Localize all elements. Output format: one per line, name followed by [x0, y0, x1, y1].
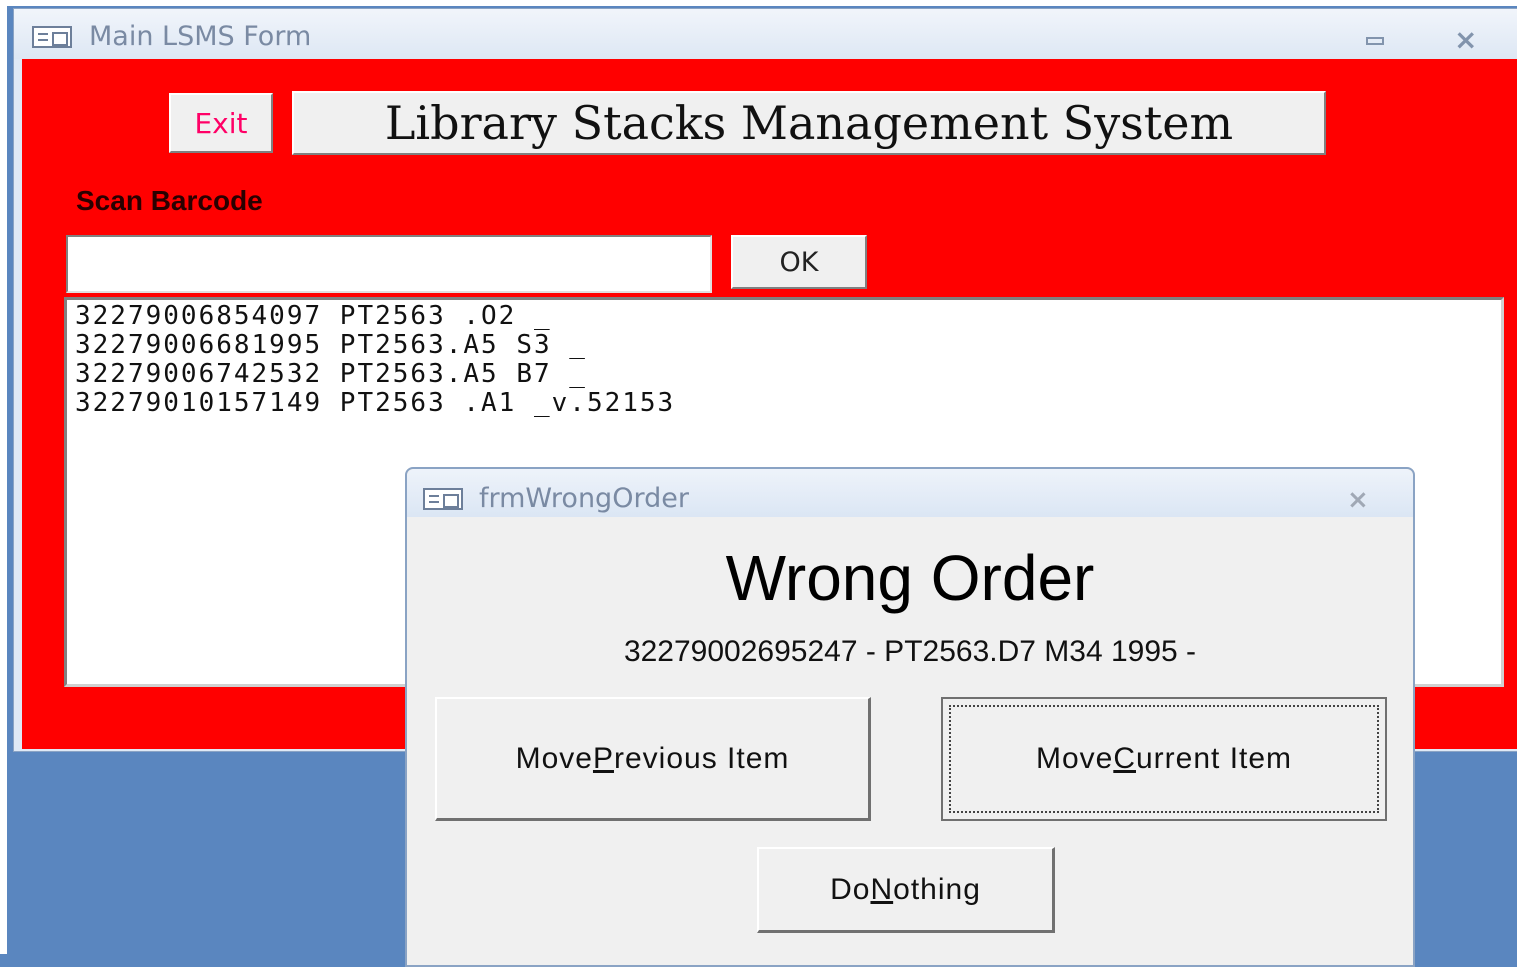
accelerator-key: N — [870, 872, 894, 906]
scan-barcode-input[interactable] — [66, 235, 712, 293]
system-title-banner: Library Stacks Management System — [292, 91, 1326, 155]
move-previous-item-button[interactable]: Move Previous Item — [435, 697, 871, 821]
minimize-icon[interactable] — [1366, 37, 1384, 45]
wrong-order-dialog: frmWrongOrder × Wrong Order 322790026952… — [405, 467, 1415, 967]
button-label-part: othing — [893, 872, 981, 906]
form-icon — [423, 488, 463, 510]
screen-edge-left — [0, 0, 7, 954]
list-item[interactable]: 32279006854097 PT2563 .O2 _ — [75, 302, 1493, 331]
accelerator-key: P — [592, 741, 614, 775]
list-item[interactable]: 32279006681995 PT2563.A5 S3 _ — [75, 331, 1493, 360]
button-label-part: Do — [830, 872, 871, 906]
close-icon[interactable]: × — [1454, 23, 1477, 56]
main-titlebar[interactable]: Main LSMS Form × — [14, 9, 1517, 59]
scan-barcode-label: Scan Barcode — [76, 185, 263, 216]
close-icon[interactable]: × — [1347, 485, 1369, 515]
main-window-title: Main LSMS Form — [89, 21, 312, 52]
exit-button[interactable]: Exit — [169, 93, 273, 153]
focus-rectangle — [949, 705, 1379, 813]
list-item[interactable]: 32279006742532 PT2563.A5 B7 _ — [75, 360, 1493, 389]
button-label-part: Move — [515, 741, 593, 775]
dialog-heading: Wrong Order — [725, 542, 1095, 614]
dialog-titlebar[interactable]: frmWrongOrder × — [407, 469, 1413, 517]
form-icon — [32, 26, 72, 48]
move-current-item-button[interactable]: Move Current Item — [941, 697, 1387, 821]
button-label-part: revious Item — [613, 741, 790, 775]
ok-button[interactable]: OK — [731, 235, 867, 289]
screen-edge-top — [0, 0, 1517, 6]
dialog-title: frmWrongOrder — [479, 483, 689, 514]
do-nothing-button[interactable]: Do Nothing — [757, 847, 1055, 933]
list-item[interactable]: 32279010157149 PT2563 .A1 _v.52153 — [75, 389, 1493, 418]
wrong-order-item-text: 32279002695247 - PT2563.D7 M34 1995 - — [623, 635, 1197, 668]
